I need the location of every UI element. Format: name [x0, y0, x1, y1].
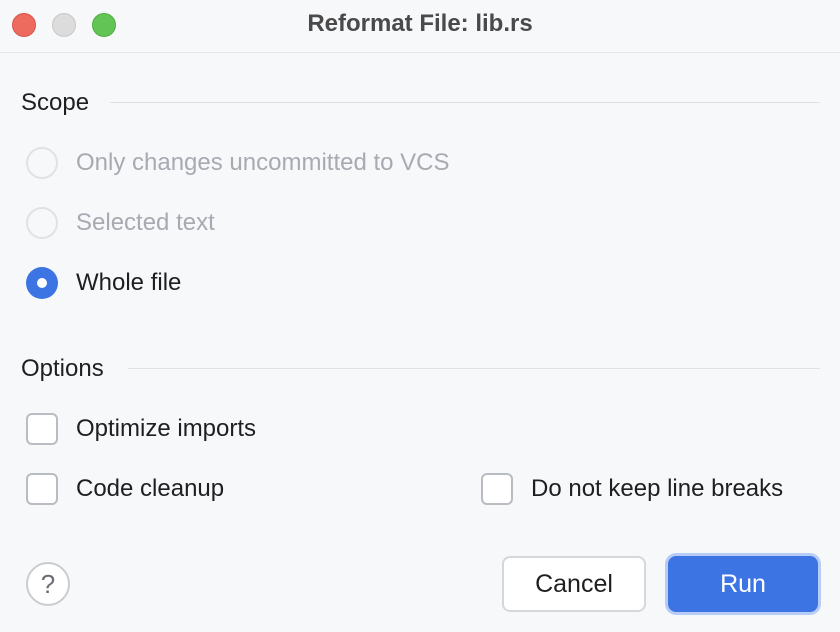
radio-whole-file[interactable]	[26, 267, 58, 299]
question-mark-icon: ?	[40, 568, 56, 599]
optimize-imports-checkbox[interactable]	[26, 413, 58, 445]
radio-selected-text[interactable]	[26, 207, 58, 239]
scope-option-uncommitted-label: Only changes uncommitted to VCS	[76, 149, 450, 176]
scope-option-selected-text[interactable]: Selected text	[26, 205, 215, 241]
scope-section-label: Scope	[21, 89, 90, 116]
do-not-keep-line-breaks-checkbox[interactable]	[481, 473, 513, 505]
run-button[interactable]: Run	[668, 556, 818, 612]
code-cleanup-checkbox[interactable]	[26, 473, 58, 505]
help-button[interactable]: ?	[26, 562, 70, 606]
scope-option-whole-file[interactable]: Whole file	[26, 265, 181, 301]
scope-option-uncommitted[interactable]: Only changes uncommitted to VCS	[26, 145, 450, 181]
options-section-label: Options	[21, 355, 104, 382]
code-cleanup-label: Code cleanup	[76, 475, 225, 502]
code-cleanup-option[interactable]: Code cleanup	[26, 471, 224, 507]
radio-uncommitted[interactable]	[26, 147, 58, 179]
scope-divider	[110, 102, 820, 103]
do-not-keep-line-breaks-label: Do not keep line breaks	[531, 475, 784, 502]
title-bar: Reformat File: lib.rs	[0, 0, 840, 52]
optimize-imports-option[interactable]: Optimize imports	[26, 411, 256, 447]
optimize-imports-label: Optimize imports	[76, 415, 257, 442]
title-divider	[0, 52, 840, 53]
scope-option-selected-text-label: Selected text	[76, 209, 215, 236]
dialog-title: Reformat File: lib.rs	[307, 10, 533, 37]
options-divider	[128, 368, 820, 369]
do-not-keep-line-breaks-option[interactable]: Do not keep line breaks	[481, 471, 783, 507]
cancel-button[interactable]: Cancel	[502, 556, 646, 612]
scope-option-whole-file-label: Whole file	[76, 269, 182, 296]
